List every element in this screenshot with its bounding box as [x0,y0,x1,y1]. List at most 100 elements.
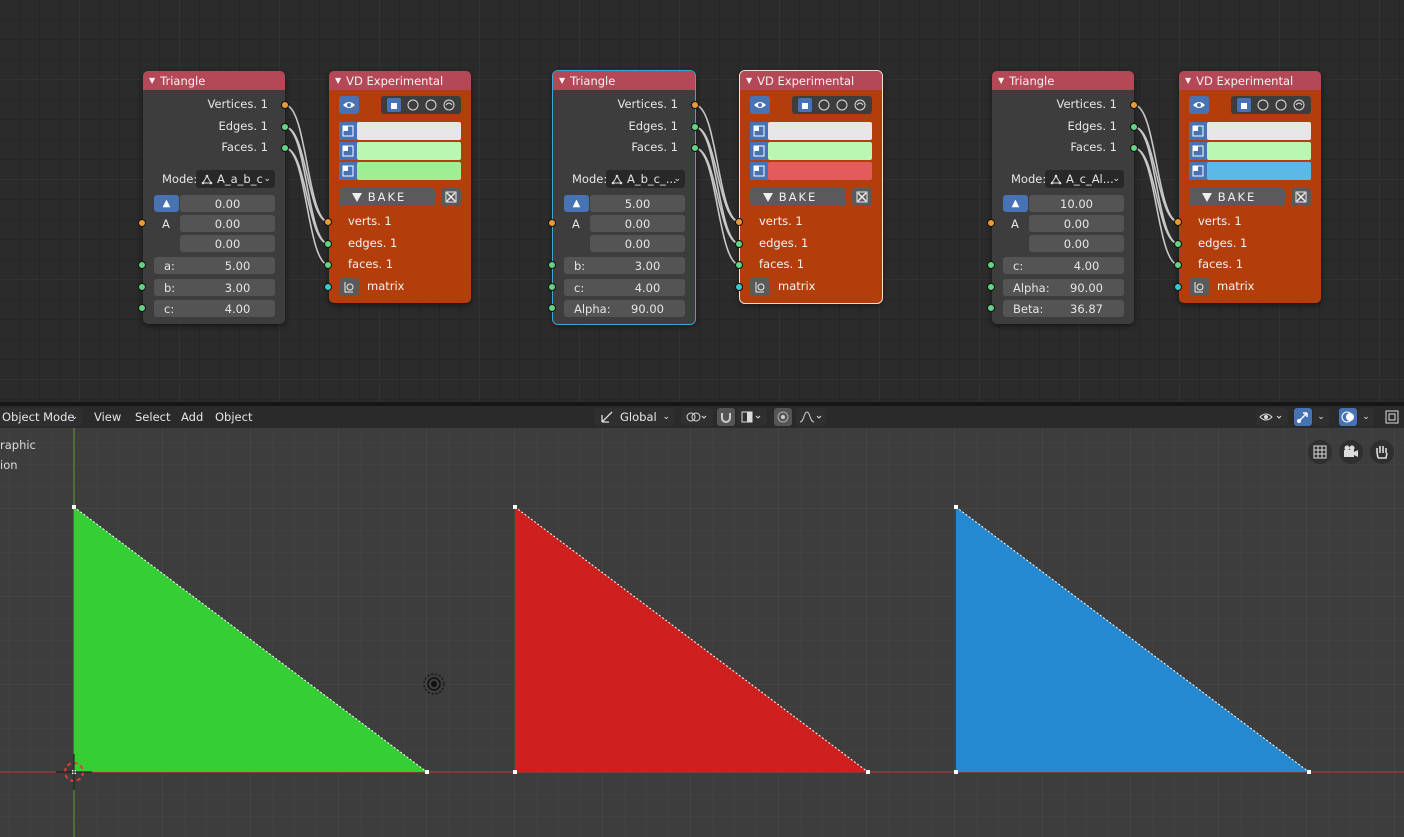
matrix-button[interactable] [1189,278,1209,296]
input-socket[interactable] [324,261,332,269]
vector-input-socket[interactable] [548,219,556,227]
collapse-caret-icon[interactable]: ▼ [335,76,341,85]
param-input-socket[interactable] [138,261,146,269]
falloff-dropdown[interactable] [796,408,826,426]
input-socket[interactable] [1174,283,1182,291]
overlays-toggle[interactable] [1339,408,1357,426]
menu-add[interactable]: Add [175,408,209,426]
param-field[interactable]: Beta: 36.87 [1003,300,1124,317]
output-socket[interactable] [691,144,699,152]
xray-toggle[interactable] [1382,408,1402,426]
color-swatch[interactable] [357,122,461,140]
vector-component-field[interactable]: 0.00 [1029,215,1124,232]
input-socket[interactable] [735,240,743,248]
collapse-caret-icon[interactable]: ▼ [1185,76,1191,85]
overlays-dropdown[interactable]: ⌄ [1358,408,1374,426]
color-type-button[interactable] [750,142,768,160]
color-swatch[interactable] [1207,142,1311,160]
triangle-node[interactable]: ▼ Triangle Vertices. 1 Edges. 1 Faces. 1 Mode… [138,71,289,324]
input-socket[interactable] [324,218,332,226]
color-swatch[interactable] [1207,122,1311,140]
vd-experimental-node[interactable]: ▼ VD Experimental BAKE verts. 1 edges. 1 face… [735,70,883,304]
mode-dropdown[interactable]: A_b_c_... ⌄ [606,170,685,188]
color-swatch[interactable] [768,162,872,180]
snap-target-dropdown[interactable] [737,408,767,426]
vector-component-field[interactable]: 0.00 [590,235,685,252]
node-header[interactable]: ▼ VD Experimental [740,71,882,90]
input-socket[interactable] [324,283,332,291]
node-header[interactable]: ▼ Triangle [553,71,695,90]
param-input-socket[interactable] [987,261,995,269]
color-type-button[interactable] [1189,162,1207,180]
param-input-socket[interactable] [548,283,556,291]
vector-component-field[interactable]: 10.00 [1029,195,1124,212]
param-input-socket[interactable] [987,304,995,312]
vector-component-field[interactable]: 5.00 [590,195,685,212]
output-socket[interactable] [281,123,289,131]
input-socket[interactable] [1174,240,1182,248]
color-swatch[interactable] [768,122,872,140]
object-mode-dropdown[interactable]: Object Mode ⌄ [0,408,82,426]
display-mode-buttons[interactable] [381,96,461,114]
param-field[interactable]: Alpha: 90.00 [1003,279,1124,296]
param-input-socket[interactable] [548,261,556,269]
param-input-socket[interactable] [138,283,146,291]
input-socket[interactable] [324,240,332,248]
param-input-socket[interactable] [138,304,146,312]
output-socket[interactable] [1130,101,1138,109]
node-header[interactable]: ▼ VD Experimental [1179,71,1321,90]
input-socket[interactable] [735,283,743,291]
mode-dropdown[interactable]: A_a_b_c ⌄ [196,170,275,188]
param-field[interactable]: c: 4.00 [564,279,685,296]
color-type-button[interactable] [339,122,357,140]
color-type-button[interactable] [1189,122,1207,140]
show-toggle[interactable] [750,96,770,114]
bake-button[interactable]: BAKE [339,188,435,206]
output-socket[interactable] [281,101,289,109]
pan-view-button[interactable] [1370,440,1394,464]
menu-object[interactable]: Object [209,408,258,426]
input-socket[interactable] [735,218,743,226]
param-field[interactable]: c: 4.00 [154,300,275,317]
proportional-edit-toggle[interactable] [774,408,792,426]
matrix-button[interactable] [750,278,770,296]
color-swatch[interactable] [768,142,872,160]
color-type-button[interactable] [750,122,768,140]
color-type-button[interactable] [1189,142,1207,160]
param-field[interactable]: b: 3.00 [154,279,275,296]
param-field[interactable]: Alpha: 90.00 [564,300,685,317]
mode-dropdown[interactable]: A_c_Al... ⌄ [1045,170,1124,188]
3d-viewport[interactable]: Object Mode ⌄ View Select Add Object Glo… [0,406,1404,837]
display-mode-buttons[interactable] [1231,96,1311,114]
snap-toggle[interactable] [717,408,735,426]
transform-orientation-dropdown[interactable]: Global ⌄ [594,408,674,426]
vector-expand-button[interactable]: ▲ [564,195,589,212]
matrix-button[interactable] [339,278,359,296]
show-toggle[interactable] [339,96,359,114]
output-socket[interactable] [691,101,699,109]
bake-button[interactable]: BAKE [750,188,846,206]
vector-component-field[interactable]: 0.00 [180,235,275,252]
param-field[interactable]: a: 5.00 [154,257,275,274]
color-swatch[interactable] [357,142,461,160]
param-input-socket[interactable] [987,283,995,291]
vector-component-field[interactable]: 0.00 [590,215,685,232]
menu-view[interactable]: View [88,408,127,426]
input-socket[interactable] [1174,218,1182,226]
input-socket[interactable] [1174,261,1182,269]
node-header[interactable]: ▼ Triangle [143,71,285,90]
node-editor[interactable]: ▼ Triangle Vertices. 1 Edges. 1 Faces. 1 Mode… [0,0,1404,402]
bake-button[interactable]: BAKE [1189,188,1285,206]
param-field[interactable]: b: 3.00 [564,257,685,274]
vector-component-field[interactable]: 0.00 [180,215,275,232]
menu-select[interactable]: Select [129,408,176,426]
output-socket[interactable] [1130,123,1138,131]
collapse-caret-icon[interactable]: ▼ [149,76,155,85]
vector-component-field[interactable]: 0.00 [1029,235,1124,252]
color-type-button[interactable] [339,162,357,180]
color-type-button[interactable] [339,142,357,160]
input-socket[interactable] [735,261,743,269]
param-input-socket[interactable] [548,304,556,312]
camera-view-button[interactable] [1339,440,1363,464]
triangle-node[interactable]: ▼ Triangle Vertices. 1 Edges. 1 Faces. 1 Mode… [987,71,1138,324]
